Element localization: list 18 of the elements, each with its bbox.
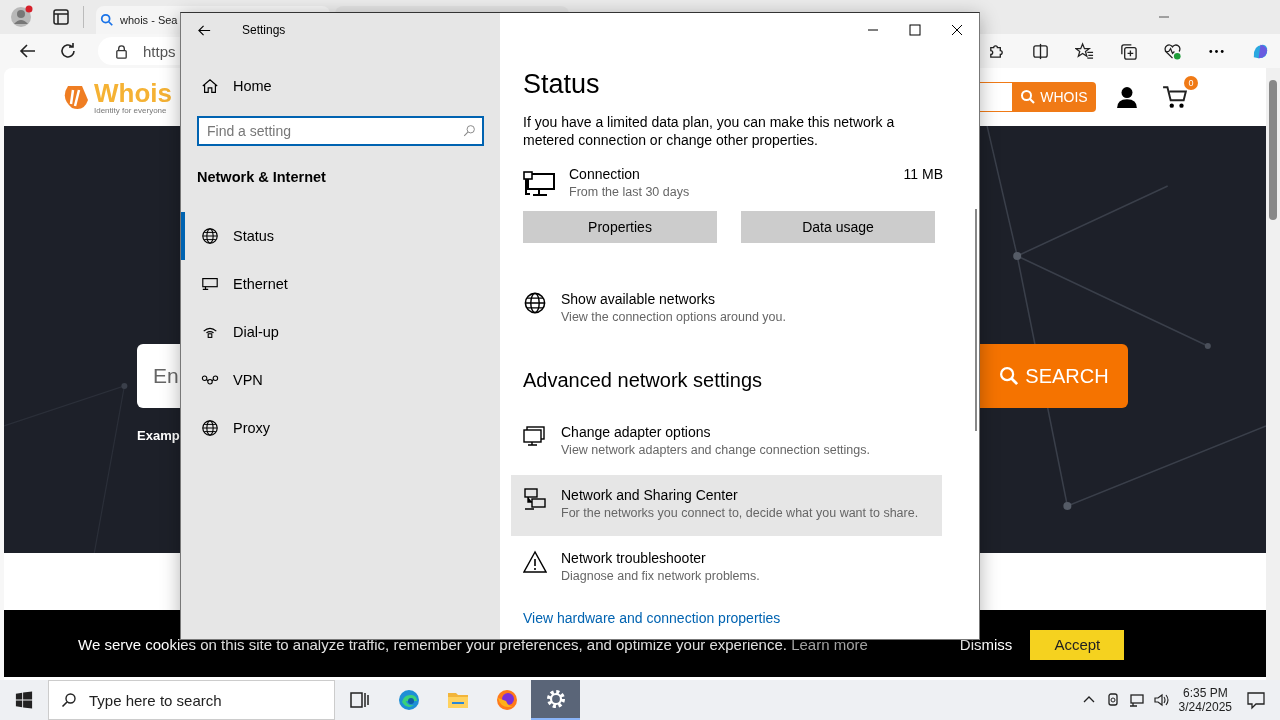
example-label: Examp xyxy=(137,428,180,443)
cart-badge: 0 xyxy=(1184,76,1198,90)
cookie-message: We serve cookies on this site to analyze traffic, remember your preferences, and optimize your experience. Learn more xyxy=(78,636,868,653)
link-description: For the networks you connect to, decide what you want to share. xyxy=(561,506,919,520)
connection-name: Connection xyxy=(569,166,641,182)
window-title: Settings xyxy=(242,23,286,37)
intro-text: If you have a limited data plan, you can make this network a metered connection or change other properties. xyxy=(523,113,896,149)
section-heading: Network & Internet xyxy=(197,169,327,185)
site-tagline: Identity for everyone xyxy=(94,105,168,115)
link-description: View the connection options around you. xyxy=(561,310,786,324)
link-description: Diagnose and fix network problems. xyxy=(561,569,760,583)
address-text: https xyxy=(143,42,176,60)
site-logo: Whois xyxy=(94,79,172,106)
data-usage-value: 11 MB xyxy=(903,166,943,184)
page-heading: Status xyxy=(523,69,601,100)
section-heading: Advanced network settings xyxy=(523,369,764,392)
connection-period: From the last 30 days xyxy=(569,185,691,199)
link-description: View network adapters and change connection settings. xyxy=(561,443,870,457)
